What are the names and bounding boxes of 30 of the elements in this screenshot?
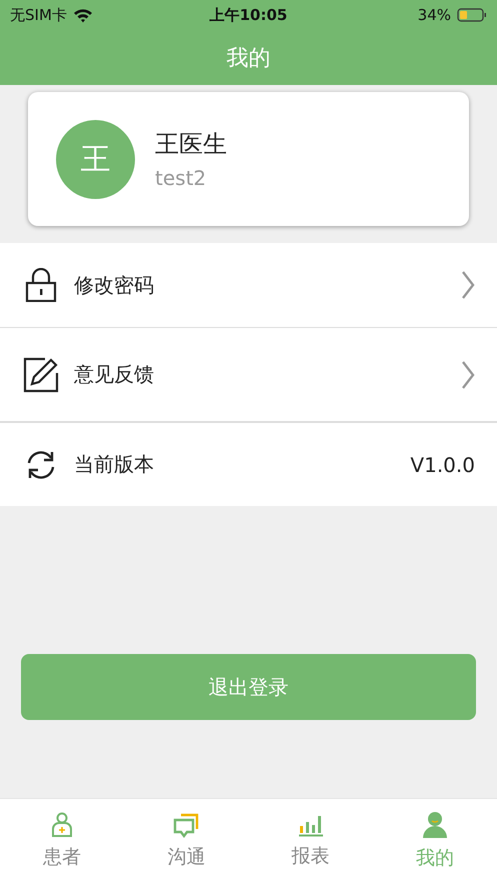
menu-item[interactable]: 修改密码 bbox=[0, 243, 497, 328]
tab[interactable]: 我的 bbox=[372, 799, 497, 883]
account-name: test2 bbox=[155, 166, 208, 190]
refresh-icon bbox=[25, 450, 57, 480]
carrier-text: 无SIM卡 bbox=[10, 6, 67, 24]
user-name: 王医生 bbox=[155, 129, 227, 160]
menu-item[interactable]: 当前版本 V1.0.0 bbox=[0, 423, 497, 506]
tab[interactable]: 沟通 bbox=[124, 799, 248, 883]
person-icon bbox=[422, 811, 448, 839]
menu-label: 修改密码 bbox=[74, 272, 155, 298]
chevron-icon bbox=[461, 270, 475, 300]
bar-chart-icon bbox=[298, 813, 324, 837]
version-text: V1.0.0 bbox=[410, 452, 475, 476]
clock-text: 上午10:05 bbox=[210, 6, 288, 24]
menu-label: 当前版本 bbox=[74, 451, 155, 478]
logout-button[interactable]: 退出登录 bbox=[21, 654, 476, 720]
tab[interactable]: 患者 bbox=[0, 799, 124, 883]
battery-text: 34% bbox=[418, 6, 451, 24]
avatar: 王 bbox=[56, 120, 135, 198]
chevron-icon bbox=[461, 360, 475, 390]
page-title: 我的 bbox=[226, 44, 270, 72]
wifi-icon bbox=[72, 8, 93, 22]
menu-label: 意见反馈 bbox=[74, 361, 155, 388]
chat-icon bbox=[172, 812, 200, 838]
battery-icon bbox=[457, 8, 487, 22]
patient-icon bbox=[50, 812, 74, 838]
tab[interactable]: 报表 bbox=[248, 799, 373, 883]
lock-icon bbox=[25, 268, 57, 302]
edit-icon bbox=[23, 356, 59, 392]
menu-item[interactable]: 意见反馈 bbox=[0, 328, 497, 423]
